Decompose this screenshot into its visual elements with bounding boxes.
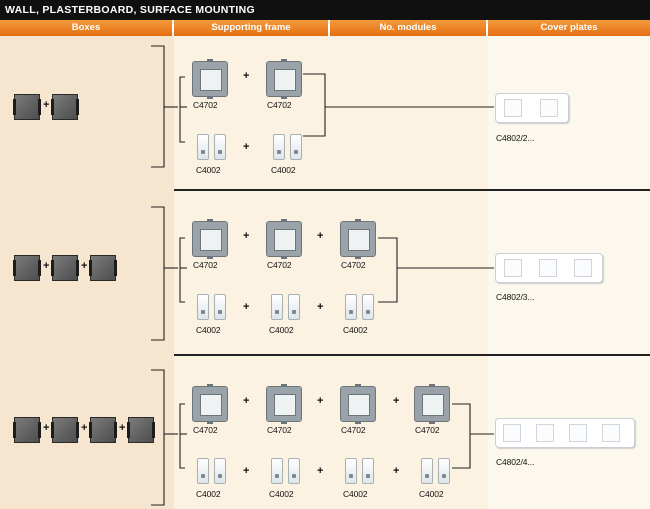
module-icon	[288, 294, 300, 320]
plus-sign: +	[317, 301, 324, 313]
plate-window	[602, 424, 620, 442]
cover-plate-icon	[495, 93, 569, 123]
module-icon	[214, 134, 226, 160]
module-code: C4002	[343, 325, 368, 335]
frame-code: C4702	[415, 425, 440, 435]
module-code: C4002	[196, 325, 221, 335]
cover-plate-code: C4802/4...	[496, 457, 535, 467]
module-icon	[421, 458, 433, 484]
plus-sign: +	[81, 260, 88, 272]
module-code: C4002	[269, 325, 294, 335]
plate-window	[539, 259, 557, 277]
plus-sign: +	[317, 395, 324, 407]
frame-code: C4702	[193, 260, 218, 270]
frame-icon	[414, 384, 450, 424]
frame-icon	[266, 384, 302, 424]
frame-icon	[192, 59, 228, 99]
plus-sign: +	[317, 230, 324, 242]
plate-window	[504, 99, 522, 117]
plate-window	[569, 424, 587, 442]
module-code: C4002	[419, 489, 444, 499]
box-icon	[127, 417, 155, 443]
plus-sign: +	[243, 141, 250, 153]
module-icon	[197, 134, 209, 160]
frame-icon	[340, 384, 376, 424]
plate-window	[536, 424, 554, 442]
plus-sign: +	[119, 422, 126, 434]
module-code: C4002	[269, 489, 294, 499]
module-icon	[273, 134, 285, 160]
module-icon	[290, 134, 302, 160]
frame-code: C4702	[267, 100, 292, 110]
module-code: C4002	[196, 165, 221, 175]
module-icon	[214, 294, 226, 320]
frame-code: C4702	[341, 260, 366, 270]
frame-icon	[192, 219, 228, 259]
cover-plate-code: C4802/2...	[496, 133, 535, 143]
module-icon	[271, 458, 283, 484]
frame-icon	[340, 219, 376, 259]
plus-sign: +	[243, 230, 250, 242]
frame-code: C4702	[267, 425, 292, 435]
plate-window	[503, 424, 521, 442]
module-icon	[288, 458, 300, 484]
box-icon	[51, 255, 79, 281]
box-icon	[51, 94, 79, 120]
plus-sign: +	[43, 260, 50, 272]
plate-window	[574, 259, 592, 277]
module-icon	[197, 294, 209, 320]
frame-code: C4702	[193, 425, 218, 435]
module-icon	[271, 294, 283, 320]
module-icon	[345, 294, 357, 320]
module-code: C4002	[271, 165, 296, 175]
module-icon	[214, 458, 226, 484]
plus-sign: +	[243, 301, 250, 313]
frame-icon	[192, 384, 228, 424]
cover-plate-code: C4802/3...	[496, 292, 535, 302]
plus-sign: +	[43, 99, 50, 111]
plus-sign: +	[243, 395, 250, 407]
box-icon	[13, 255, 41, 281]
module-icon	[438, 458, 450, 484]
box-icon	[51, 417, 79, 443]
plate-window	[504, 259, 522, 277]
plate-window	[540, 99, 558, 117]
cover-plate-icon	[495, 418, 635, 448]
plus-sign: +	[43, 422, 50, 434]
frame-code: C4702	[193, 100, 218, 110]
box-icon	[13, 417, 41, 443]
frame-code: C4702	[341, 425, 366, 435]
module-icon	[362, 458, 374, 484]
module-icon	[362, 294, 374, 320]
plus-sign: +	[393, 395, 400, 407]
box-icon	[89, 417, 117, 443]
box-icon	[89, 255, 117, 281]
frame-icon	[266, 219, 302, 259]
module-code: C4002	[196, 489, 221, 499]
cover-plate-icon	[495, 253, 603, 283]
plus-sign: +	[81, 422, 88, 434]
plus-sign: +	[243, 465, 250, 477]
module-code: C4002	[343, 489, 368, 499]
plus-sign: +	[243, 70, 250, 82]
box-icon	[13, 94, 41, 120]
frame-code: C4702	[267, 260, 292, 270]
plus-sign: +	[317, 465, 324, 477]
module-icon	[345, 458, 357, 484]
module-icon	[197, 458, 209, 484]
plus-sign: +	[393, 465, 400, 477]
frame-icon	[266, 59, 302, 99]
catalog-page: WALL, PLASTERBOARD, SURFACE MOUNTING Box…	[0, 0, 650, 509]
